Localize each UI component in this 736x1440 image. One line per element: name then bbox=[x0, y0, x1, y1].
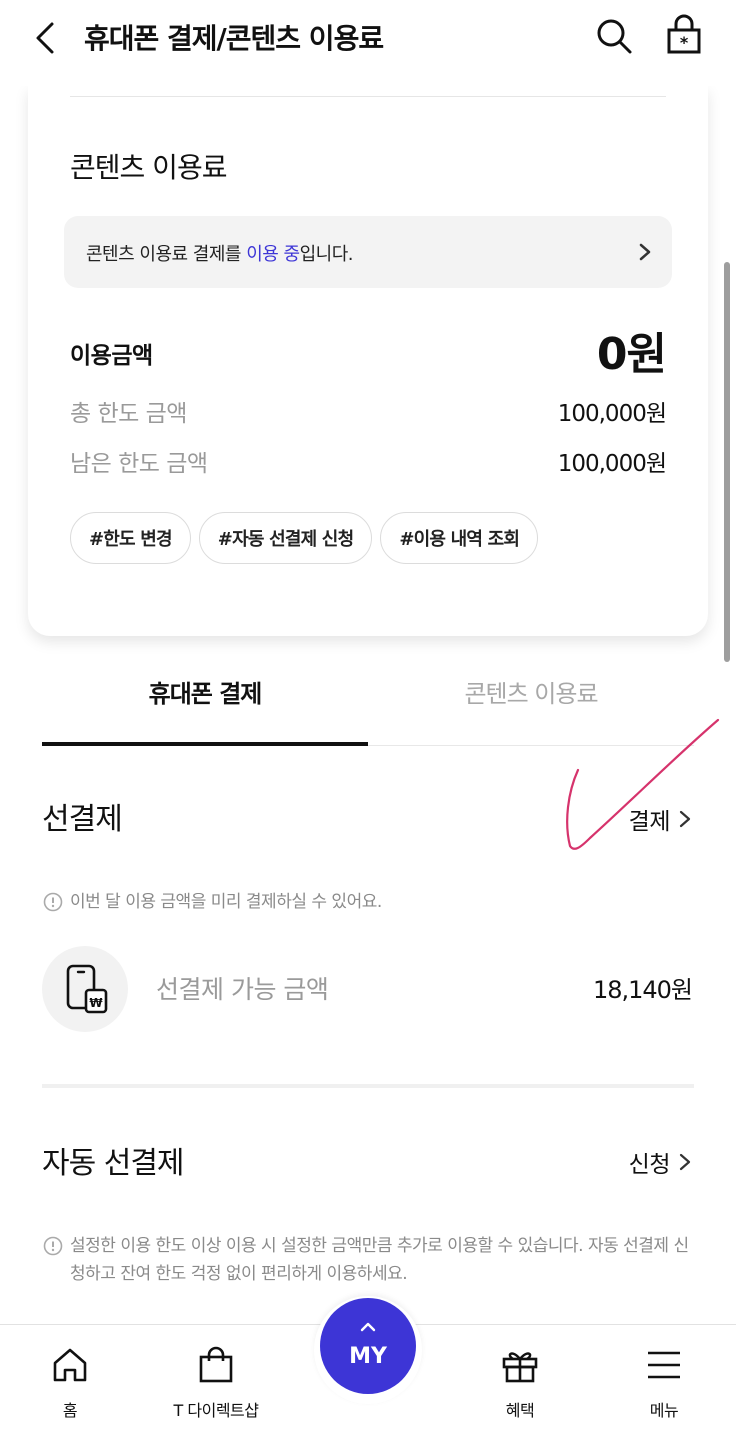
usage-amount-value: 0원 bbox=[596, 329, 667, 380]
tab-phone-payment[interactable]: 휴대폰 결제 bbox=[42, 646, 368, 746]
auto-prepayment-apply-link[interactable]: 신청 bbox=[629, 1145, 692, 1179]
notice-highlight: 이용 중 bbox=[246, 244, 300, 265]
prepayment-info-text: 이번 달 이용 금액을 미리 결제하실 수 있어요. bbox=[70, 892, 382, 912]
section-divider bbox=[42, 1084, 694, 1088]
chip-change-limit[interactable]: #한도 변경 bbox=[70, 512, 191, 564]
chevron-up-icon bbox=[360, 1322, 376, 1332]
chevron-right-icon bbox=[679, 810, 691, 828]
phone-won-icon: ₩ bbox=[66, 964, 108, 1014]
hamburger-menu-icon bbox=[648, 1351, 680, 1379]
card-divider bbox=[70, 96, 666, 97]
svg-text:*: * bbox=[680, 33, 689, 52]
home-icon bbox=[53, 1348, 87, 1382]
prepayment-available-label: 선결제 가능 금액 bbox=[156, 975, 329, 1004]
total-limit-value: 100,000원 bbox=[557, 401, 667, 427]
info-icon bbox=[43, 1236, 63, 1256]
nav-menu[interactable]: 메뉴 bbox=[594, 1325, 734, 1440]
page-title: 휴대폰 결제/콘텐츠 이용료 bbox=[84, 22, 384, 55]
total-limit-label: 총 한도 금액 bbox=[70, 401, 187, 427]
nav-my-label: MY bbox=[349, 1344, 387, 1369]
scrollbar[interactable] bbox=[724, 262, 730, 662]
auto-prepayment-apply-label: 신청 bbox=[628, 1152, 671, 1178]
content-fee-notice[interactable]: 콘텐츠 이용료 결제를 이용 중입니다. bbox=[64, 216, 672, 288]
auto-prepayment-title: 자동 선결제 bbox=[42, 1146, 185, 1181]
gift-icon bbox=[502, 1352, 538, 1383]
chip-usage-history[interactable]: #이용 내역 조회 bbox=[380, 512, 539, 564]
remaining-limit-value: 100,000원 bbox=[557, 451, 667, 477]
auto-prepayment-info-text: 설정한 이용 한도 이상 이용 시 설정한 금액만큼 추가로 이용할 수 있습니… bbox=[70, 1236, 689, 1284]
nav-my-button[interactable]: MY bbox=[320, 1298, 416, 1394]
nav-shop[interactable]: T 다이렉트샵 bbox=[146, 1325, 286, 1440]
notice-text: 콘텐츠 이용료 결제를 이용 중입니다. bbox=[86, 244, 354, 265]
chevron-right-icon bbox=[639, 243, 651, 261]
nav-home[interactable]: 홈 bbox=[0, 1325, 140, 1440]
nav-benefits[interactable]: 혜택 bbox=[450, 1325, 590, 1440]
nav-benefits-label: 혜택 bbox=[505, 1401, 535, 1420]
chip-auto-prepayment[interactable]: #자동 선결제 신청 bbox=[198, 512, 373, 564]
prepayment-available-value: 18,140원 bbox=[592, 976, 693, 1004]
chip-list: #한도 변경 #자동 선결제 신청 #이용 내역 조회 bbox=[70, 512, 539, 564]
back-arrow-icon[interactable] bbox=[30, 18, 64, 58]
shopping-bag-icon bbox=[199, 1346, 233, 1383]
nav-home-label: 홈 bbox=[62, 1401, 78, 1420]
tab-bar: 휴대폰 결제 콘텐츠 이용료 bbox=[42, 646, 694, 746]
search-icon[interactable] bbox=[594, 16, 634, 56]
phone-payment-avatar: ₩ bbox=[42, 946, 128, 1032]
remaining-limit-label: 남은 한도 금액 bbox=[70, 451, 208, 477]
chevron-right-icon bbox=[679, 1153, 691, 1171]
auto-prepayment-info: 설정한 이용 한도 이상 이용 시 설정한 금액만큼 추가로 이용할 수 있습니… bbox=[42, 1232, 698, 1288]
content-fee-card: 콘텐츠 이용료 콘텐츠 이용료 결제를 이용 중입니다. 이용금액 0원 총 한… bbox=[28, 86, 708, 636]
prepayment-pay-link[interactable]: 결제 bbox=[629, 802, 692, 836]
nav-shop-label: T 다이렉트샵 bbox=[173, 1401, 259, 1420]
svg-text:₩: ₩ bbox=[89, 996, 103, 1010]
lock-icon[interactable]: * bbox=[664, 14, 704, 56]
nav-menu-label: 메뉴 bbox=[649, 1401, 679, 1420]
info-icon bbox=[43, 892, 63, 912]
content-fee-title: 콘텐츠 이용료 bbox=[70, 151, 227, 184]
tab-content-fee[interactable]: 콘텐츠 이용료 bbox=[368, 646, 694, 746]
usage-amount-label: 이용금액 bbox=[70, 343, 153, 369]
app-header: 휴대폰 결제/콘텐츠 이용료 * bbox=[0, 0, 736, 86]
prepayment-info: 이번 달 이용 금액을 미리 결제하실 수 있어요. bbox=[42, 888, 698, 916]
prepayment-pay-label: 결제 bbox=[628, 809, 671, 835]
prepayment-title: 선결제 bbox=[42, 802, 123, 837]
